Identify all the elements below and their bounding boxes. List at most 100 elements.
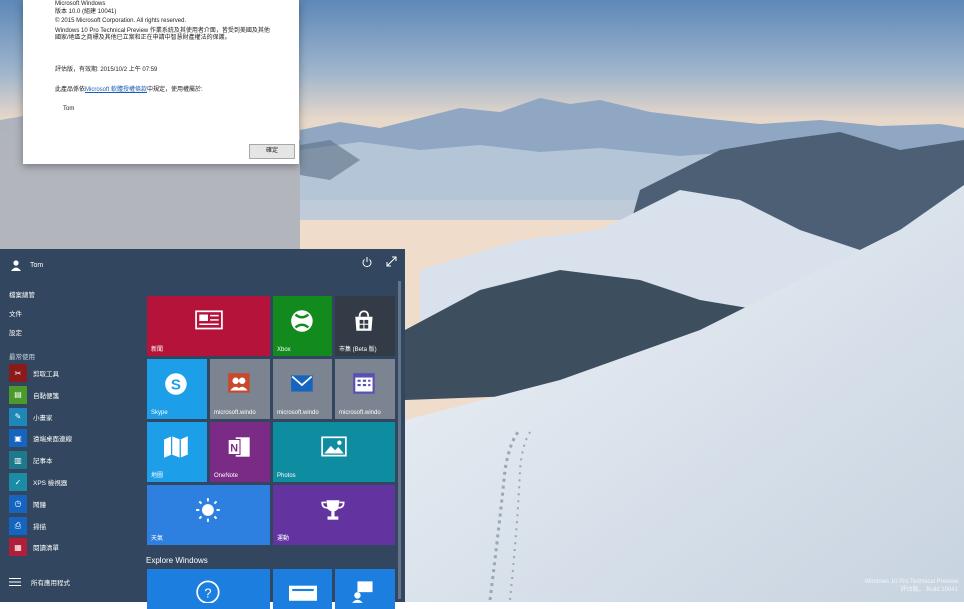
xps-viewer-icon: ✓ <box>9 473 27 491</box>
tile-skype[interactable]: S Skype <box>147 359 207 419</box>
svg-text:N: N <box>230 442 238 454</box>
tile-feedback[interactable] <box>335 569 395 609</box>
mail-icon <box>290 375 313 392</box>
tile-photos[interactable]: Photos <box>273 422 395 482</box>
remote-desktop-icon: ▣ <box>9 429 27 448</box>
watermark-build: 評估版。 Build 10041 <box>900 587 958 593</box>
tile-label: 天氣 <box>151 536 164 542</box>
tile-label: 地圖 <box>151 473 164 479</box>
user-name: Tom <box>30 261 44 269</box>
app-item-label: XPS 檢視器 <box>33 480 68 487</box>
store-icon <box>355 310 373 331</box>
tile-windows-feature[interactable] <box>273 569 332 609</box>
product-name: Microsoft Windows <box>55 1 106 7</box>
skype-icon: S <box>165 373 187 395</box>
tile-mail[interactable]: microsoft.windo <box>273 359 332 419</box>
terms-suffix: 中規定，使用權屬於: <box>147 87 203 93</box>
app-item[interactable]: ✎ 小畫家 <box>9 407 53 426</box>
tile-maps[interactable]: 地圖 <box>147 422 207 482</box>
sticky-note-icon: ▤ <box>9 385 27 404</box>
app-item[interactable]: ◷ 鬧鐘 <box>9 494 46 513</box>
help-icon: ? <box>195 580 220 603</box>
all-apps-button[interactable]: 所有應用程式 <box>9 577 70 587</box>
tile-store[interactable]: 市集 (Beta 版) <box>335 296 395 356</box>
tile-label: 市集 (Beta 版) <box>339 347 377 353</box>
people-icon <box>228 373 250 393</box>
app-item[interactable]: ✓ XPS 檢視器 <box>9 473 67 491</box>
app-item[interactable]: ⎙ 掃描 <box>9 516 46 535</box>
licensed-user: Tom <box>63 106 75 112</box>
calendar-icon <box>353 373 375 394</box>
notepad-icon: ▥ <box>9 451 27 470</box>
tile-onenote[interactable]: N OneNote <box>210 422 270 482</box>
power-icon[interactable] <box>361 256 373 268</box>
license-notice: Windows 10 Pro Technical Preview 作業系統及其使… <box>55 28 270 41</box>
evaluation-expiry: 評估版，有效期: 2015/10/2 上午 07:59 <box>55 67 158 73</box>
app-item-label: 閱讀清單 <box>33 545 59 553</box>
tile-label: 運動 <box>277 536 290 542</box>
all-apps-label: 所有應用程式 <box>31 580 70 587</box>
paint-icon: ✎ <box>9 407 27 426</box>
tile-help[interactable]: ? <box>147 569 270 609</box>
list-icon <box>9 578 21 586</box>
news-icon <box>194 310 223 330</box>
tile-label: OneNote <box>214 473 239 479</box>
maps-icon <box>164 436 188 458</box>
app-item-label: 小畫家 <box>33 414 53 422</box>
app-item-label: 剪取工具 <box>33 371 59 378</box>
tile-people[interactable]: microsoft.windo <box>210 359 270 419</box>
svg-text:S: S <box>171 376 181 393</box>
onenote-icon: N <box>227 437 250 457</box>
tile-label: Skype <box>151 410 168 416</box>
reading-list-icon: ▦ <box>9 538 27 557</box>
tile-label: microsoft.windo <box>339 410 381 416</box>
tile-label: Photos <box>277 473 296 479</box>
app-item-label: 掃描 <box>33 523 46 531</box>
app-item[interactable]: ▣ 遠端桌面連線 <box>9 429 72 448</box>
evaluation-watermark: Windows 10 Pro Technical Preview 評估版。 Bu… <box>865 578 958 594</box>
expand-icon[interactable] <box>386 256 397 267</box>
tile-trophy[interactable]: 運動 <box>273 485 395 545</box>
place-file-explorer[interactable]: 檔案總管 <box>9 289 35 299</box>
user-account[interactable]: Tom <box>10 258 43 272</box>
svg-text:?: ? <box>204 586 211 601</box>
tile-label: 新聞 <box>151 347 164 353</box>
ok-button[interactable]: 確定 <box>249 144 295 159</box>
app-item-label: 鬧鐘 <box>33 501 46 509</box>
explore-windows-header: Explore Windows <box>146 556 208 565</box>
version-text: 版本 10.0 (組建 10041) <box>55 9 117 15</box>
app-item[interactable]: ✂ 剪取工具 <box>9 364 59 382</box>
tile-news[interactable]: 新聞 <box>147 296 270 356</box>
most-used-header: 最常使用 <box>9 354 35 361</box>
app-item-label: 自黏便箋 <box>33 392 59 400</box>
scan-icon: ⎙ <box>9 516 27 535</box>
tile-weather[interactable]: 天氣 <box>147 485 270 545</box>
user-avatar-icon <box>11 260 21 271</box>
app-item[interactable]: ▥ 記事本 <box>9 451 53 470</box>
alarm-icon: ◷ <box>9 494 27 513</box>
terms-prefix: 此產品係依 <box>55 87 86 93</box>
start-menu: Tom 檔案總管 文件 設定 最常使用 ✂ 剪取工具 ▤ 自黏便箋 ✎ 小畫家 ▣ 遠端桌面連… <box>0 249 405 609</box>
xbox-icon <box>290 310 313 332</box>
app-item-label: 記事本 <box>33 458 53 466</box>
tile-label: microsoft.windo <box>214 410 256 416</box>
about-windows-dialog: Microsoft Windows 版本 10.0 (組建 10041) © 2… <box>23 0 299 164</box>
tile-label: microsoft.windo <box>277 410 319 416</box>
tile-calendar[interactable]: microsoft.windo <box>335 359 395 419</box>
app-item[interactable]: ▦ 閱讀清單 <box>9 538 59 557</box>
watermark-edition: Windows 10 Pro Technical Preview <box>864 579 958 585</box>
place-documents[interactable]: 文件 <box>9 308 22 318</box>
app-item[interactable]: ▤ 自黏便箋 <box>9 385 59 404</box>
license-terms-link[interactable]: Microsoft 軟體授權條款 <box>85 87 147 93</box>
copyright-text: © 2015 Microsoft Corporation. All rights… <box>55 18 187 24</box>
place-settings[interactable]: 設定 <box>9 327 22 337</box>
scissors-icon: ✂ <box>9 364 27 382</box>
trophy-icon <box>321 500 345 520</box>
license-terms-line: 此產品係依Microsoft 軟體授權條款中規定，使用權屬於: <box>55 87 203 94</box>
feedback-icon <box>352 581 373 603</box>
windows-feature-icon <box>288 585 317 601</box>
photos-icon <box>321 436 347 457</box>
app-item-label: 遠端桌面連線 <box>33 436 72 444</box>
tile-xbox[interactable]: Xbox <box>273 296 332 356</box>
scrollbar[interactable] <box>398 281 401 599</box>
